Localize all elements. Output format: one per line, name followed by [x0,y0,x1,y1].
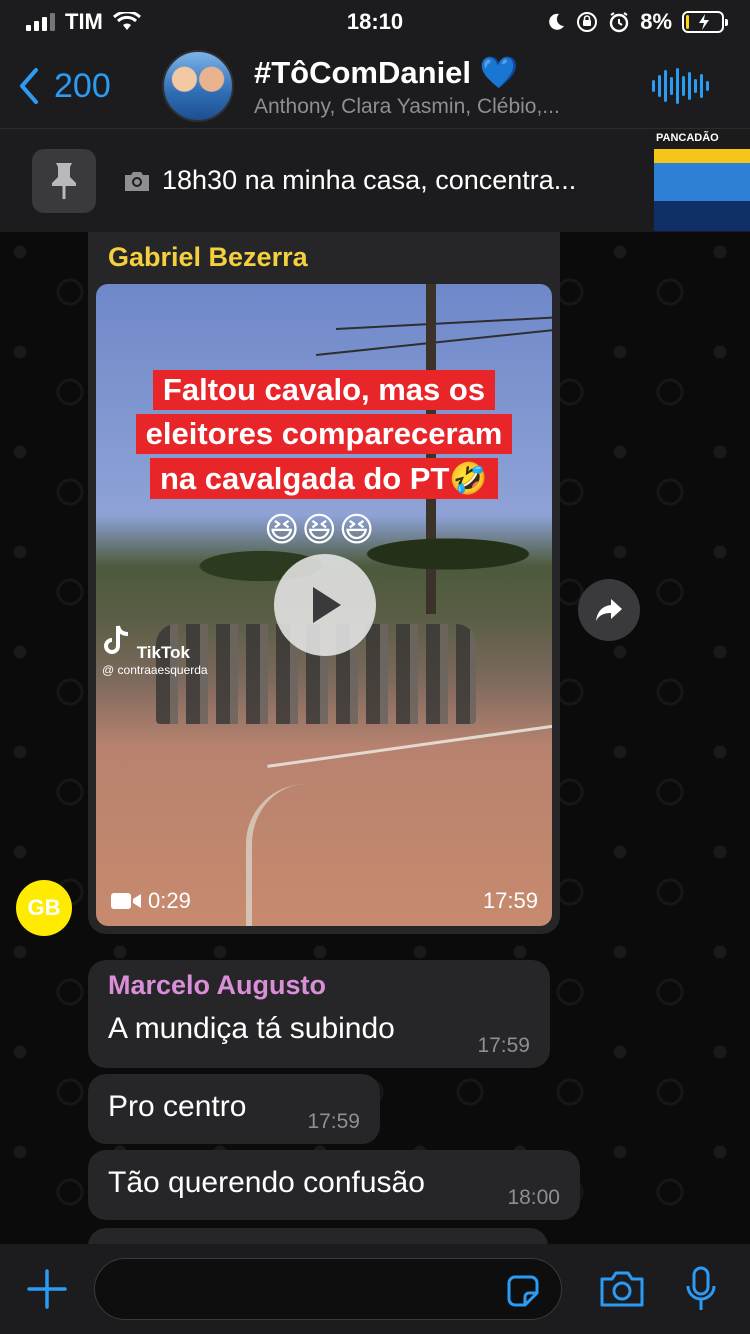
back-button[interactable]: 200 [0,67,150,106]
video-preview[interactable]: Faltou cavalo, mas os eleitores comparec… [96,284,552,926]
input-bar [0,1244,750,1334]
pinned-thumb-label: PANCADÃO [656,131,719,144]
status-right: 8% [474,9,728,35]
video-message[interactable]: Gabriel Bezerra Faltou cavalo, mas os el… [88,232,560,934]
chat-area[interactable]: Gabriel Bezerra Faltou cavalo, mas os el… [0,232,750,1244]
message-time: 17:59 [482,888,538,913]
group-members: Anthony, Clara Yasmin, Clébio,... [254,94,560,118]
pinned-thumbnail[interactable]: PANCADÃO [654,130,750,231]
road-curve [246,784,366,926]
chat-header: 200 #TôComDaniel 💙 Anthony, Clara Yasmin… [0,44,750,128]
duration-label: 0:29 [148,888,191,913]
wire [335,316,552,330]
battery-icon [682,11,728,33]
play-icon [313,587,341,623]
sender-name: Marcelo Augusto [108,970,327,1000]
pinned-text: 18h30 na minha casa, concentra... [162,165,577,195]
video-duration: 0:29 [110,888,191,914]
microphone-button[interactable] [684,1266,718,1312]
caption-line: Faltou cavalo, mas os [152,370,496,410]
pinned-text-row: 18h30 na minha casa, concentra... [122,165,654,196]
message-text: Tão querendo confusão [108,1166,425,1199]
group-info[interactable]: #TôComDaniel 💙 Anthony, Clara Yasmin, Cl… [254,54,652,119]
pinned-message-bar[interactable]: 18h30 na minha casa, concentra... PANCAD… [0,128,750,232]
plus-icon [27,1269,67,1309]
battery-percent: 8% [640,9,672,34]
message-text: Pro centro [108,1090,247,1123]
status-left: TIM [26,9,276,35]
partial-message[interactable] [88,1228,548,1244]
attach-button[interactable] [0,1269,94,1309]
message-input[interactable] [94,1258,562,1320]
orientation-lock-icon [577,12,598,32]
message-time: 17:59 [307,1110,360,1133]
signal-icon [26,13,55,31]
camera-icon [125,171,149,191]
audio-wave-icon[interactable] [652,66,722,106]
sender-name: Gabriel Bezerra [108,242,308,272]
sticker-icon[interactable] [505,1273,541,1309]
moon-icon [549,13,565,30]
forward-button[interactable] [578,579,640,641]
status-time: 18:10 [346,9,404,34]
tiktok-brand: TikTok [136,643,190,662]
status-bar: TIM 18:10 8% [0,0,750,44]
carrier-name: TIM [65,9,103,34]
video-camera-icon [111,893,141,909]
caption-line: na cavalgada do PT🤣 [149,458,499,499]
message-text: A mundiça tá subindo [108,1012,395,1045]
pin-icon [32,148,96,213]
sender-avatar[interactable]: GB [16,880,72,936]
group-avatar[interactable] [162,50,234,122]
play-button[interactable] [274,554,376,656]
back-count: 200 [54,66,111,105]
road-line [267,723,552,768]
text-message[interactable]: Marcelo Augusto A mundiça tá subindo 17:… [88,960,550,1068]
battery-fill [686,15,689,29]
caption-emojis: 😆😆😆 [264,511,377,549]
tiktok-handle: @ contraaesquerda [102,663,208,677]
group-name: #TôComDaniel 💙 [254,54,519,90]
tiktok-icon [104,625,129,654]
forward-icon [596,599,622,621]
chevron-left-icon [20,68,38,104]
camera-button[interactable] [598,1269,646,1309]
message-time: 17:59 [477,1034,530,1057]
tiktok-watermark: TikTok @ contraaesquerda [102,624,208,677]
text-message[interactable]: Tão querendo confusão 18:00 [88,1150,580,1220]
video-caption: Faltou cavalo, mas os eleitores comparec… [96,370,552,499]
text-message[interactable]: Pro centro 17:59 [88,1074,380,1144]
alarm-icon [610,12,629,33]
wifi-icon [112,12,141,30]
message-time: 18:00 [507,1186,560,1209]
caption-line: eleitores compareceram [135,414,513,454]
